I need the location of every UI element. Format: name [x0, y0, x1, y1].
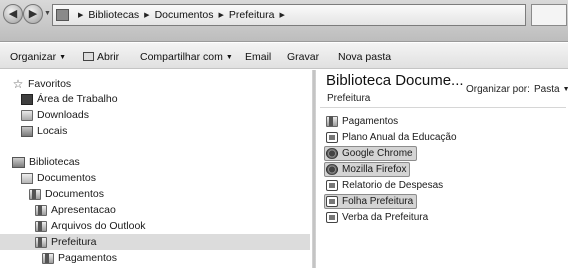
- open-icon: [83, 52, 94, 61]
- tree-label: Locais: [37, 125, 68, 137]
- shortcut-icon: [326, 180, 338, 191]
- sort-value: Pasta: [534, 84, 560, 95]
- file-label: Verba da Prefeitura: [342, 212, 429, 223]
- abrir-button[interactable]: Abrir: [83, 51, 119, 63]
- recent-places-icon: [21, 125, 33, 137]
- chrome-icon: [326, 148, 338, 159]
- desktop-icon: [21, 93, 33, 105]
- sort-dropdown[interactable]: Pasta ▼: [534, 84, 568, 95]
- chevron-down-icon: ▼: [225, 54, 233, 61]
- shortcut-icon: [326, 196, 338, 207]
- file-item-google-chrome[interactable]: Google Chrome: [324, 146, 417, 161]
- folder-icon: [326, 116, 338, 127]
- folder-icon: [29, 188, 41, 200]
- tree-label: Apresentacao: [51, 204, 116, 216]
- library-title: Biblioteca Docume...: [326, 72, 464, 89]
- libraries-icon: [12, 156, 25, 168]
- file-item-relatorio-despesas[interactable]: Relatorio de Despesas: [325, 178, 446, 193]
- downloads-folder-icon: [21, 109, 33, 121]
- window-titlebar: ◀ ▶ ▼ ▶ Bibliotecas ▶ Documentos ▶ Prefe…: [0, 0, 568, 42]
- tree-item-downloads[interactable]: Downloads: [21, 107, 89, 123]
- tree-label: Prefeitura: [51, 236, 97, 248]
- breadcrumb-arrow-icon[interactable]: ▶: [279, 11, 284, 19]
- tree-label: Documentos: [37, 172, 96, 184]
- tree-item-apresentacao[interactable]: Apresentacao: [35, 202, 116, 218]
- tree-label: Arquivos do Outlook: [51, 220, 146, 232]
- file-label: Google Chrome: [342, 148, 413, 159]
- tree-item-documentos[interactable]: Documentos: [29, 186, 104, 202]
- tree-item-locais[interactable]: Locais: [21, 123, 67, 139]
- address-bar[interactable]: ▶ Bibliotecas ▶ Documentos ▶ Prefeitura …: [52, 4, 526, 26]
- shortcut-icon: [326, 132, 338, 143]
- organizar-menu[interactable]: Organizar ▼: [10, 51, 66, 63]
- abrir-label: Abrir: [97, 51, 120, 63]
- tree-item-area-trabalho[interactable]: Área de Trabalho: [21, 91, 118, 107]
- compartilhar-label: Compartilhar com: [140, 51, 223, 63]
- file-item-mozilla-firefox[interactable]: Mozilla Firefox: [324, 162, 411, 177]
- breadcrumb-bibliotecas[interactable]: Bibliotecas: [88, 9, 139, 21]
- tree-label: Área de Trabalho: [37, 93, 118, 105]
- tree-item-bibliotecas[interactable]: Bibliotecas: [12, 154, 80, 170]
- chevron-down-icon: ▼: [59, 54, 67, 61]
- firefox-icon: [326, 164, 338, 175]
- star-icon: ☆: [12, 76, 24, 91]
- tree-item-favoritos[interactable]: ☆ Favoritos: [12, 76, 72, 92]
- breadcrumb-documentos[interactable]: Documentos: [155, 9, 214, 21]
- content-pane: Biblioteca Docume... Prefeitura Organiza…: [316, 70, 568, 268]
- file-item-plano-anual[interactable]: Plano Anual da Educação: [325, 130, 460, 145]
- command-toolbar: Organizar ▼ Abrir Compartilhar com ▼ Email…: [0, 43, 568, 69]
- file-label: Pagamentos: [342, 116, 399, 127]
- compartilhar-menu[interactable]: Compartilhar com ▼: [140, 51, 233, 63]
- breadcrumb-arrow-icon[interactable]: ▶: [144, 11, 149, 19]
- file-label: Relatorio de Despesas: [342, 180, 444, 191]
- file-label: Mozilla Firefox: [342, 164, 407, 175]
- nova-pasta-button[interactable]: Nova pasta: [338, 51, 391, 63]
- tree-label: Documentos: [45, 188, 104, 200]
- folder-icon: [42, 252, 54, 264]
- library-subtitle: Prefeitura: [327, 93, 371, 104]
- file-label: Plano Anual da Educação: [342, 132, 457, 143]
- search-input[interactable]: [531, 4, 567, 26]
- tree-item-prefeitura[interactable]: Prefeitura: [0, 234, 310, 250]
- email-button[interactable]: Email: [245, 51, 271, 63]
- tree-item-pagamentos[interactable]: Pagamentos: [42, 250, 117, 266]
- file-item-folha-prefeitura[interactable]: Folha Prefeitura: [324, 194, 418, 209]
- tree-label: Downloads: [37, 109, 89, 121]
- divider: [320, 107, 566, 108]
- organizar-label: Organizar: [10, 51, 57, 63]
- forward-button[interactable]: ▶: [23, 4, 43, 24]
- folder-icon: [35, 220, 47, 232]
- library-icon: [56, 9, 69, 21]
- documents-library-icon: [21, 172, 33, 184]
- gravar-button[interactable]: Gravar: [287, 51, 319, 63]
- chevron-down-icon: ▼: [562, 86, 568, 93]
- file-item-pagamentos[interactable]: Pagamentos: [325, 114, 401, 129]
- tree-item-documentos-library[interactable]: Documentos: [21, 170, 96, 186]
- file-item-verba-prefeitura[interactable]: Verba da Prefeitura: [325, 210, 431, 225]
- navigation-pane: ☆ Favoritos Área de Trabalho Downloads Lo…: [0, 70, 312, 268]
- tree-label: Bibliotecas: [29, 156, 80, 168]
- shortcut-icon: [326, 212, 338, 223]
- folder-icon: [35, 236, 47, 248]
- breadcrumb-arrow-icon[interactable]: ▶: [78, 11, 83, 19]
- recent-pages-dropdown-icon[interactable]: ▼: [44, 10, 51, 17]
- sort-label: Organizar por:: [466, 84, 530, 95]
- breadcrumb-prefeitura[interactable]: Prefeitura: [229, 9, 275, 21]
- tree-item-arquivos-outlook[interactable]: Arquivos do Outlook: [35, 218, 146, 234]
- tree-label: Pagamentos: [58, 252, 117, 264]
- file-label: Folha Prefeitura: [342, 196, 414, 207]
- tree-label: Favoritos: [28, 78, 72, 90]
- back-button[interactable]: ◀: [3, 4, 23, 24]
- breadcrumb-arrow-icon[interactable]: ▶: [219, 11, 224, 19]
- folder-icon: [35, 204, 47, 216]
